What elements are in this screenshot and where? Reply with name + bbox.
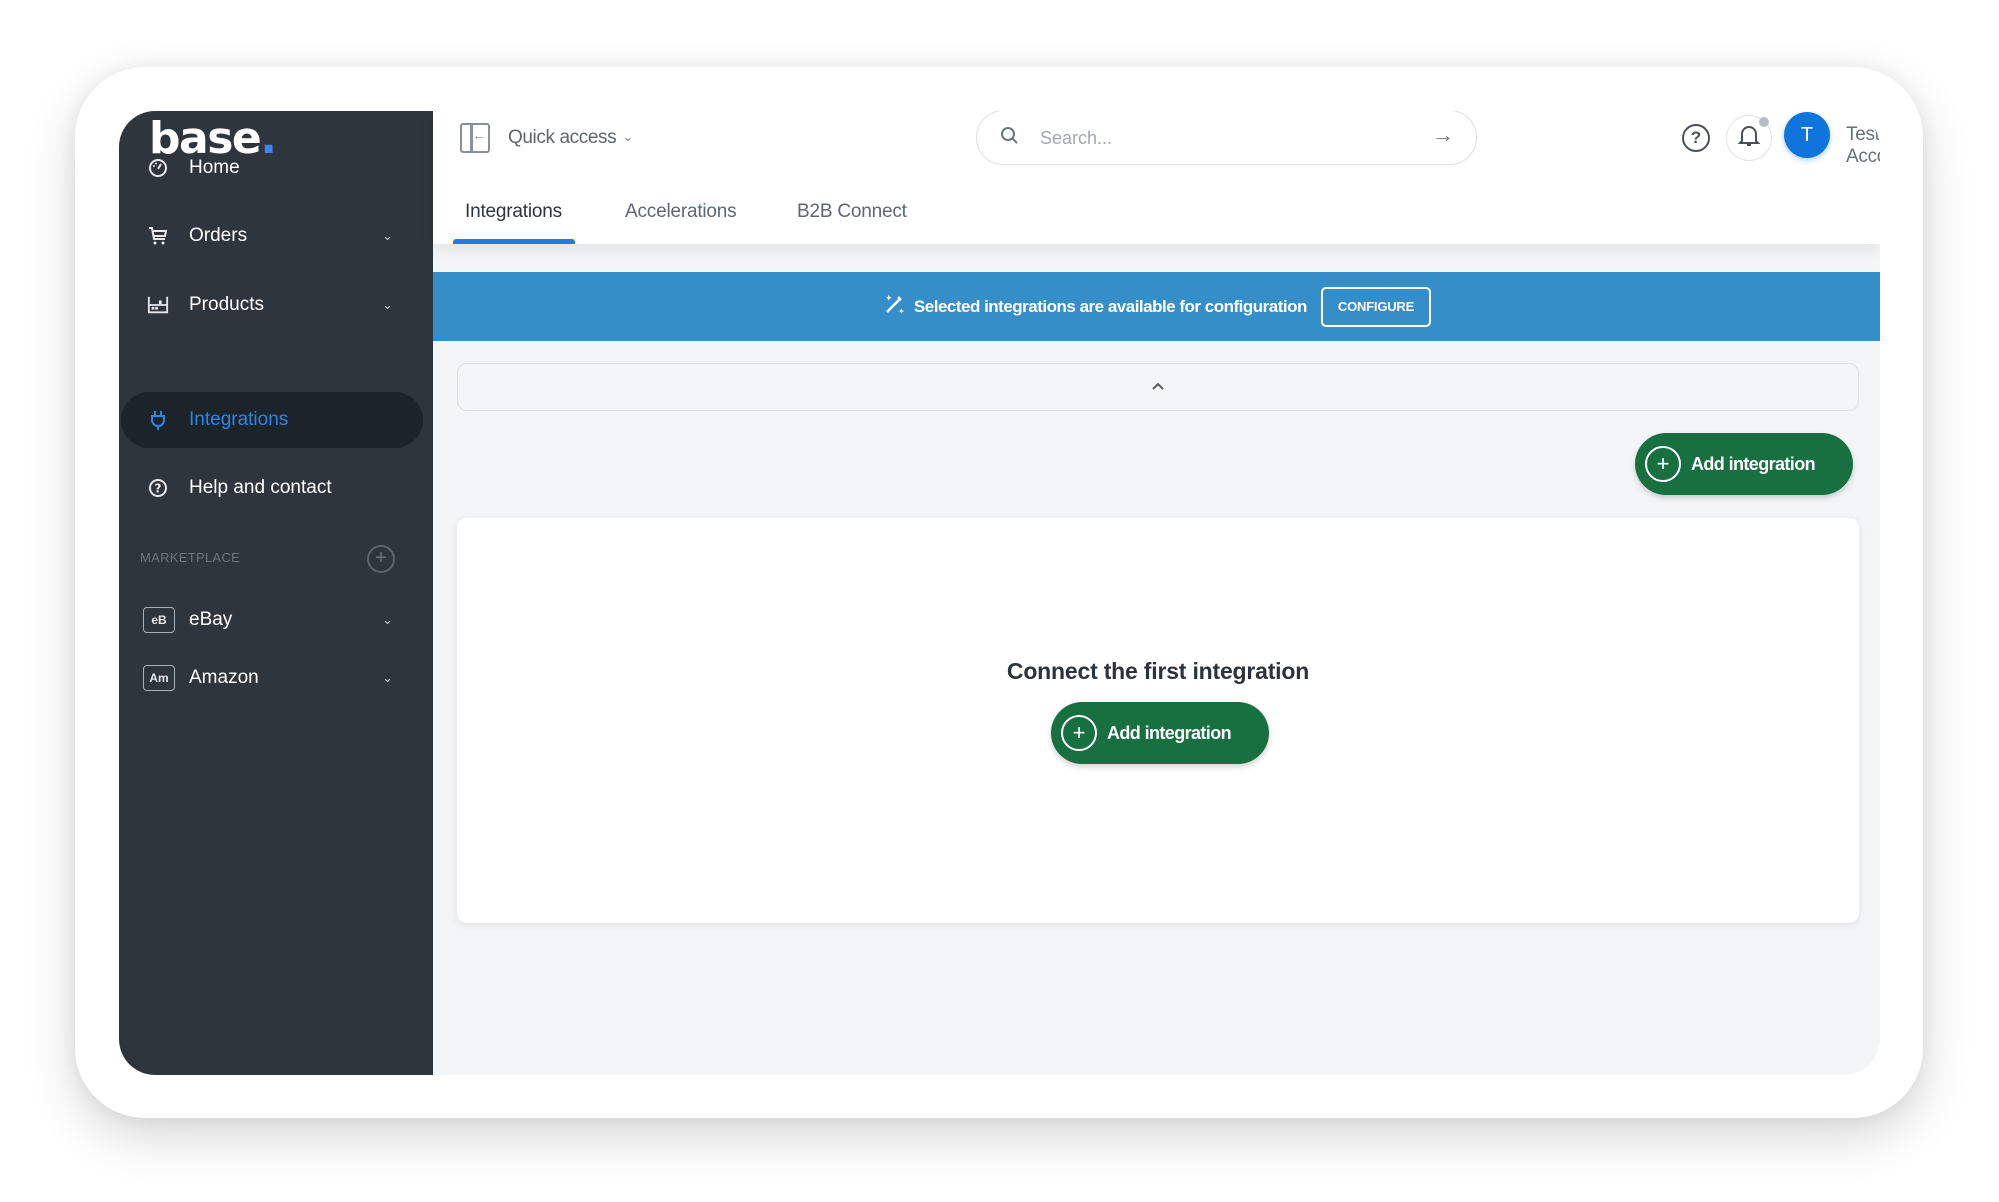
amazon-badge-icon: Am [143, 665, 175, 691]
search-icon [999, 125, 1021, 147]
help-circle-icon: ? [147, 477, 169, 499]
chevron-down-icon: ⌄ [382, 670, 393, 685]
panel-collapse-icon [460, 123, 490, 153]
banner-message: Selected integrations are available for … [913, 296, 1307, 316]
question-circle-icon[interactable]: ? [1682, 124, 1710, 152]
plus-circle-icon[interactable]: + [367, 545, 395, 573]
sidebar-item-help[interactable]: ? Help and contact [121, 460, 423, 516]
info-banner: ✦ ✦ Selected integrations are available f… [433, 272, 1880, 341]
tab-integrations[interactable]: Integrations [465, 201, 562, 223]
app-window: base. Home Orders ⌄ Products ⌄ Integrati… [119, 111, 1880, 1075]
quick-access-label: Quick access [508, 127, 617, 148]
avatar[interactable]: T [1784, 112, 1830, 158]
top-header: Quick access ⌄ → ? T Test Account ⌄ Inte… [433, 111, 1880, 244]
sidebar-item-home[interactable]: Home [121, 140, 423, 196]
sidebar-item-orders[interactable]: Orders ⌄ [121, 208, 423, 264]
bell-icon [1737, 124, 1761, 153]
sidebar-item-label: eBay [189, 609, 233, 630]
empty-state-card: Connect the first integration + Add inte… [457, 518, 1859, 923]
plus-circle-icon: + [1645, 446, 1681, 482]
configure-button[interactable]: CONFIGURE [1320, 286, 1432, 327]
sidebar-item-amazon[interactable]: Am Amazon ⌄ [121, 650, 423, 706]
add-integration-label: Add integration [1691, 453, 1816, 474]
magic-wand-icon: ✦ ✦ [882, 292, 906, 321]
search-input[interactable] [1040, 123, 1400, 153]
sidebar-item-integrations[interactable]: Integrations [121, 392, 423, 448]
filters-panel-toggle[interactable] [457, 363, 1859, 411]
sidebar-item-products[interactable]: Products ⌄ [121, 277, 423, 333]
chevron-down-icon: ⌄ [382, 228, 393, 243]
sidebar-item-label: Products [189, 294, 264, 315]
plug-icon [147, 409, 169, 431]
add-integration-button[interactable]: + Add integration [1635, 433, 1853, 495]
chevron-down-icon: ⌄ [382, 297, 393, 312]
search-bar: → [976, 111, 1477, 165]
tab-b2b-connect[interactable]: B2B Connect [797, 201, 907, 223]
sidebar-item-label: Home [189, 157, 240, 178]
dashboard-gauge-icon [147, 157, 169, 179]
cart-icon [147, 225, 169, 247]
chevron-down-icon: ⌄ [622, 128, 634, 144]
marketplace-section-label: MARKETPLACE [140, 550, 241, 565]
active-tab-indicator [453, 239, 575, 244]
empty-state-add-integration-button[interactable]: + Add integration [1051, 702, 1269, 764]
sidebar-item-label: Orders [189, 225, 248, 246]
empty-state-title: Connect the first integration [1006, 658, 1310, 684]
chevron-up-icon [1151, 378, 1165, 396]
sidebar-item-label: Integrations [189, 409, 289, 430]
account-name[interactable]: Test Account [1846, 124, 1880, 168]
sidebar-item-ebay[interactable]: eB eBay ⌄ [121, 592, 423, 648]
plus-circle-icon: + [1061, 715, 1097, 751]
sidebar-item-label: Help and contact [189, 477, 332, 498]
ebay-badge-icon: eB [143, 607, 175, 633]
svg-text:?: ? [155, 482, 162, 496]
add-integration-label: Add integration [1107, 722, 1232, 743]
tab-accelerations[interactable]: Accelerations [625, 201, 737, 223]
notification-dot [1759, 117, 1769, 127]
chevron-down-icon: ⌄ [382, 612, 393, 627]
sidebar: base. Home Orders ⌄ Products ⌄ Integrati… [119, 111, 433, 1075]
svg-text:✦: ✦ [885, 294, 893, 304]
sidebar-item-label: Amazon [189, 667, 259, 688]
svg-text:✦: ✦ [898, 307, 905, 316]
arrow-right-icon[interactable]: → [1432, 122, 1454, 148]
warehouse-shelf-icon [147, 294, 169, 316]
